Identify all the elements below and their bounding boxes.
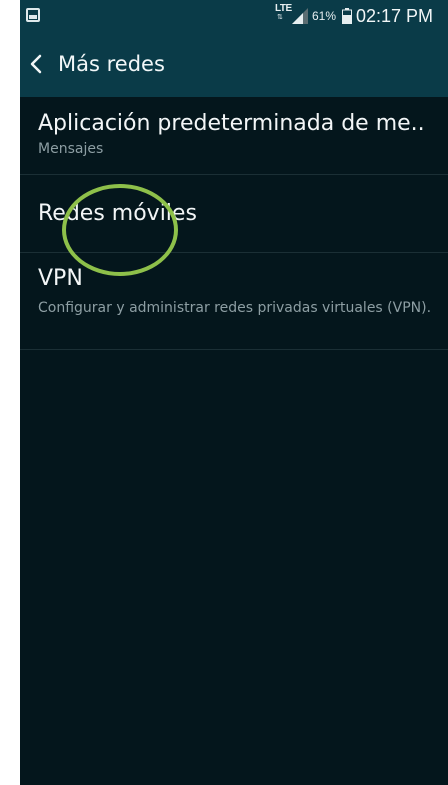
signal-icon xyxy=(292,8,308,24)
list-item-mobile-networks[interactable]: Redes móviles xyxy=(20,175,448,253)
action-bar: Más redes xyxy=(20,32,448,97)
data-arrows-icon: ⇅ xyxy=(277,14,283,21)
back-button[interactable]: Más redes xyxy=(20,32,200,97)
list-item-vpn[interactable]: VPN Configurar y administrar redes priva… xyxy=(20,253,448,350)
status-bar: LTE ⇅ 61% 02:17 PM xyxy=(20,0,448,32)
item-title: Aplicación predeterminada de me.. xyxy=(38,111,425,136)
list-item-default-messaging-app[interactable]: Aplicación predeterminada de me.. Mensaj… xyxy=(20,97,448,175)
lte-icon: LTE xyxy=(275,3,292,14)
battery-percentage: 61% xyxy=(312,9,337,23)
item-title: VPN xyxy=(38,266,83,291)
gallery-icon xyxy=(26,8,40,22)
status-time: 02:17 PM xyxy=(356,6,434,26)
battery-icon xyxy=(342,8,352,24)
chevron-left-icon xyxy=(30,54,42,74)
screen: LTE ⇅ 61% 02:17 PM Más redes Aplicación … xyxy=(20,0,448,785)
item-title: Redes móviles xyxy=(38,201,197,226)
page-title: Más redes xyxy=(58,52,165,76)
item-subtitle: Configurar y administrar redes privadas … xyxy=(38,300,432,316)
item-subtitle: Mensajes xyxy=(38,141,104,157)
